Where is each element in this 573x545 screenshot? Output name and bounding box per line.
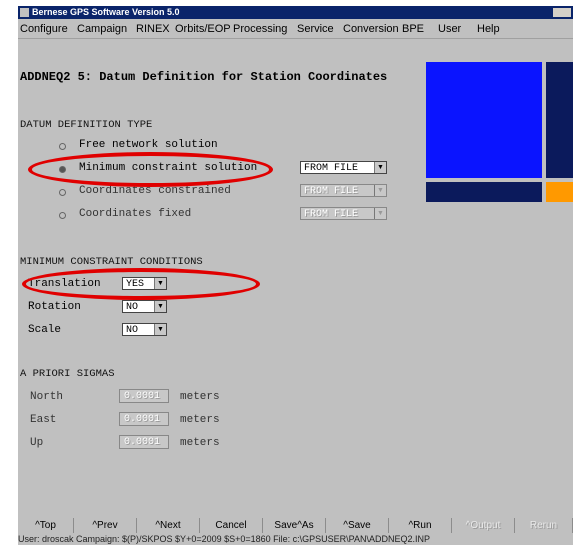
save-as-button[interactable]: Save^As: [263, 518, 326, 533]
menu-rinex[interactable]: RINEX: [136, 20, 170, 38]
save-button[interactable]: ^Save: [326, 518, 389, 533]
min-constraint-section-heading: MINIMUM CONSTRAINT CONDITIONS: [20, 256, 203, 268]
logo-navy-strip: [546, 62, 573, 178]
menu-help[interactable]: Help: [477, 20, 500, 38]
translation-combo-value: YES: [126, 279, 145, 290]
minimum-constraint-combo[interactable]: FROM FILE ▼: [300, 161, 387, 174]
sigma-up-field: 0.0001: [119, 435, 169, 449]
sigma-east-unit: meters: [180, 414, 220, 426]
radio-coordinates-constrained[interactable]: [59, 189, 66, 196]
menu-user[interactable]: User: [438, 20, 461, 38]
dropdown-arrow-icon: ▼: [154, 278, 166, 289]
radio-free-network[interactable]: [59, 143, 66, 150]
sigma-north-field: 0.0001: [119, 389, 169, 403]
menu-service[interactable]: Service: [297, 20, 334, 38]
window-controls[interactable]: [553, 8, 571, 17]
radio-minimum-constraint[interactable]: [59, 166, 66, 173]
dropdown-arrow-icon: ▼: [374, 185, 386, 196]
sigma-east-label: East: [30, 414, 57, 426]
status-bar: User: droscak Campaign: $(P)/SKPOS $Y+0=…: [18, 534, 431, 544]
translation-label: Translation: [28, 278, 101, 290]
logo-orange-square: [546, 182, 573, 202]
sigma-north-unit: meters: [180, 391, 220, 403]
dropdown-arrow-icon: ▼: [374, 208, 386, 219]
rerun-button: Rerun: [515, 518, 573, 533]
sigma-up-label: Up: [30, 437, 44, 449]
panel-title: ADDNEQ2 5: Datum Definition for Station …: [20, 70, 388, 84]
cancel-button[interactable]: Cancel: [200, 518, 263, 533]
translation-combo[interactable]: YES ▼: [122, 277, 167, 290]
prev-button[interactable]: ^Prev: [74, 518, 137, 533]
logo-navy-bar: [426, 182, 542, 202]
run-button[interactable]: ^Run: [389, 518, 452, 533]
dropdown-arrow-icon: ▼: [154, 324, 166, 335]
menu-bpe[interactable]: BPE: [402, 20, 424, 38]
rotation-combo[interactable]: NO ▼: [122, 300, 167, 313]
app-icon: [20, 8, 29, 17]
scale-label: Scale: [28, 324, 62, 336]
scale-combo-value: NO: [126, 325, 139, 336]
menu-orbits-eop[interactable]: Orbits/EOP: [175, 20, 231, 38]
menu-configure[interactable]: Configure: [20, 20, 68, 38]
scale-combo[interactable]: NO ▼: [122, 323, 167, 336]
logo-blue-block: [426, 62, 542, 178]
minimum-constraint-combo-value: FROM FILE: [304, 163, 359, 174]
coordinates-constrained-combo: FROM FILE ▼: [300, 184, 387, 197]
sigma-north-label: North: [30, 391, 64, 403]
next-button[interactable]: ^Next: [137, 518, 200, 533]
coordinates-fixed-combo: FROM FILE ▼: [300, 207, 387, 220]
top-button[interactable]: ^Top: [18, 518, 74, 533]
sigmas-section-heading: A PRIORI SIGMAS: [20, 368, 115, 380]
option-free-network-label: Free network solution: [79, 139, 218, 151]
datum-section-heading: DATUM DEFINITION TYPE: [20, 119, 153, 131]
menu-campaign[interactable]: Campaign: [77, 20, 127, 38]
window-title: Bernese GPS Software Version 5.0: [32, 7, 180, 17]
menu-processing[interactable]: Processing: [233, 20, 287, 38]
option-coordinates-constrained-label: Coordinates constrained: [79, 185, 231, 197]
rotation-combo-value: NO: [126, 302, 139, 313]
output-button: ^Output: [452, 518, 515, 533]
bottom-toolbar: ^Top ^Prev ^Next Cancel Save^As ^Save ^R…: [18, 516, 573, 534]
menu-conversion[interactable]: Conversion: [343, 20, 399, 38]
option-coordinates-fixed-label: Coordinates fixed: [79, 208, 192, 220]
title-bar: Bernese GPS Software Version 5.0: [18, 6, 573, 19]
sigma-east-field: 0.0001: [119, 412, 169, 426]
sigma-up-unit: meters: [180, 437, 220, 449]
option-minimum-constraint-label: Minimum constraint solution: [79, 162, 258, 174]
radio-coordinates-fixed[interactable]: [59, 212, 66, 219]
coordinates-constrained-combo-value: FROM FILE: [304, 186, 359, 197]
menu-bar: Configure Campaign RINEX Orbits/EOP Proc…: [18, 20, 573, 39]
dropdown-arrow-icon: ▼: [374, 162, 386, 173]
bernese-window: Bernese GPS Software Version 5.0 Configu…: [18, 6, 573, 545]
coordinates-fixed-combo-value: FROM FILE: [304, 209, 359, 220]
rotation-label: Rotation: [28, 301, 81, 313]
dropdown-arrow-icon: ▼: [154, 301, 166, 312]
